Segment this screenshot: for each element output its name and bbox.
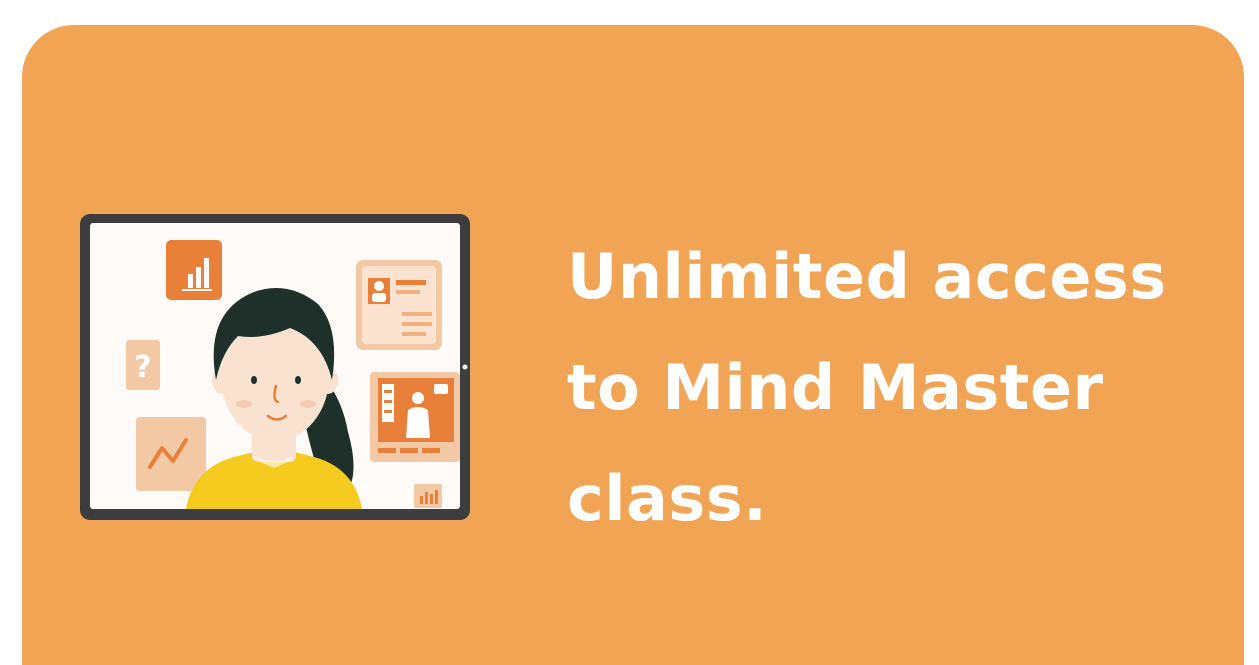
svg-text:?: ?	[134, 350, 151, 385]
profile-card-icon	[356, 260, 442, 350]
tablet-learning-illustration: ?	[80, 214, 470, 520]
question-icon: ?	[126, 340, 160, 390]
bar-chart-icon	[166, 240, 222, 300]
promo-headline: Unlimited access to Mind Master class.	[567, 240, 1167, 535]
tablet-camera-icon	[462, 364, 468, 370]
trend-line-icon	[136, 417, 206, 491]
small-chart-icon	[414, 484, 442, 508]
promo-card[interactable]: ? Unlimited access to Mind Master class.	[22, 25, 1244, 665]
video-lesson-icon	[370, 372, 460, 462]
